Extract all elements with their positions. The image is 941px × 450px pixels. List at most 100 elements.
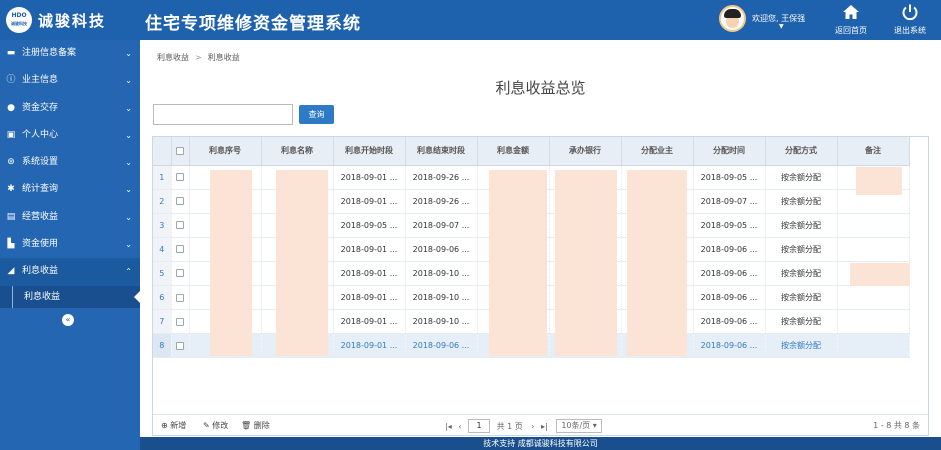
cell-end: 2018-09-26 ...: [405, 189, 478, 214]
cell-method: 按余额分配: [765, 189, 838, 214]
logo-subtext: 诚骏科技: [11, 21, 27, 26]
column-header[interactable]: 承办银行: [549, 137, 622, 166]
record-range: 1 - 8 共 8 条: [873, 421, 920, 430]
delete-button[interactable]: 🗑 删除: [241, 420, 270, 431]
row-checkbox[interactable]: [171, 165, 190, 190]
sidebar-item-registration[interactable]: ▬ 注册信息备案 ⌄: [0, 40, 140, 67]
cell-end: 2018-09-07 ...: [405, 213, 478, 238]
page-size-select[interactable]: 10条/页 ▾: [556, 419, 602, 433]
row-checkbox[interactable]: [171, 333, 190, 359]
sidebar-item-interest-income[interactable]: ◢ 利息收益 ⌃: [0, 258, 140, 286]
cell-end: 2018-09-06 ...: [405, 333, 478, 359]
edit-button[interactable]: ✎ 修改: [203, 420, 228, 431]
last-page-icon[interactable]: ▸|: [541, 422, 548, 431]
chevron-down-icon[interactable]: ▼: [779, 23, 784, 30]
person-card-icon: ▣: [6, 129, 16, 140]
cell-start: 2018-09-01 ...: [333, 165, 406, 190]
cell-start: 2018-09-01 ...: [333, 309, 406, 335]
home-icon: [829, 3, 873, 25]
column-header[interactable]: 分配时间: [693, 137, 766, 166]
sidebar-item-label: 个人中心: [22, 129, 59, 140]
cell-remark: [837, 309, 910, 335]
sidebar-item-business-income[interactable]: ▤ 经营收益 ⌄: [0, 204, 140, 231]
page-title: 利息收益总览: [495, 79, 586, 97]
sidebar-item-owner-info[interactable]: ⓘ 业主信息 ⌄: [0, 67, 140, 94]
redaction-block: [489, 170, 547, 356]
row-checkbox[interactable]: [171, 237, 190, 262]
cell-remark: [837, 333, 910, 359]
logo-text: HDO: [11, 12, 27, 19]
sidebar-item-fund-deposit[interactable]: ● 资金交存 ⌄: [0, 95, 140, 122]
column-header[interactable]: 利息金额: [477, 137, 550, 166]
cell-time: 2018-09-06 ...: [693, 261, 766, 286]
gear-icon: ✱: [7, 184, 15, 195]
row-number: 2: [153, 189, 172, 214]
area-chart-icon: ◢: [7, 266, 15, 277]
cell-end: 2018-09-10 ...: [405, 261, 478, 286]
sidebar-subitem-interest-income[interactable]: 利息收益: [0, 285, 141, 308]
breadcrumb-item[interactable]: 利息收益: [157, 53, 189, 62]
sidebar-item-personal-center[interactable]: ▣ 个人中心 ⌄: [0, 122, 140, 149]
home-button[interactable]: 返回首页: [829, 3, 873, 37]
row-number: 5: [153, 261, 172, 286]
chevron-down-icon: ⌄: [125, 130, 132, 140]
search-button[interactable]: 查询: [299, 105, 334, 124]
column-header[interactable]: 分配业主: [621, 137, 694, 166]
cell-start: 2018-09-05 ...: [333, 213, 406, 238]
next-page-icon[interactable]: ›: [531, 422, 534, 431]
search-input[interactable]: [153, 104, 293, 125]
column-header[interactable]: 利息名称: [261, 137, 334, 166]
redaction-block: [850, 263, 910, 286]
row-checkbox[interactable]: [171, 189, 190, 214]
cell-time: 2018-09-06 ...: [693, 285, 766, 311]
row-checkbox[interactable]: [171, 285, 190, 311]
breadcrumb-current: 利息收益: [207, 53, 240, 62]
column-header[interactable]: 备注: [837, 137, 910, 166]
power-icon: [888, 3, 932, 25]
breadcrumb: 利息收益 > 利息收益: [157, 52, 240, 63]
user-icon: ●: [7, 102, 15, 113]
sidebar-subitem-label: 利息收益: [24, 291, 61, 302]
page-size-value: 10条/页: [561, 421, 591, 430]
cell-time: 2018-09-06 ...: [693, 333, 766, 359]
grid-toolbar: ⊕ 新增 ✎ 修改 🗑 删除 |◂ ‹ 1 共 1 页 › ▸| 10条/页 ▾…: [153, 414, 928, 436]
column-header[interactable]: 利息结束时段: [405, 137, 478, 166]
edit-label: 修改: [212, 421, 229, 430]
collapse-sidebar-button[interactable]: «: [62, 314, 74, 326]
main-content: 利息收益 > 利息收益 利息收益总览 查询 利息序号 利息名称 利息开始时段 利息结…: [140, 40, 941, 437]
chevron-right-icon: >: [195, 53, 202, 62]
page-number-input[interactable]: 1: [468, 419, 491, 433]
row-checkbox[interactable]: [171, 309, 190, 335]
exit-button[interactable]: 退出系统: [888, 3, 932, 37]
column-header[interactable]: 分配方式: [765, 137, 838, 166]
caret-down-icon: ▾: [592, 421, 597, 430]
prev-page-icon[interactable]: ‹: [458, 422, 461, 431]
sidebar-item-label: 业主信息: [22, 75, 59, 86]
cell-method: 按余额分配: [765, 333, 838, 359]
user-avatar[interactable]: [719, 5, 746, 32]
chevron-up-icon: ⌃: [125, 267, 132, 277]
sidebar-item-system-settings[interactable]: ⊛ 系统设置 ⌄: [0, 149, 140, 176]
info-icon: ⓘ: [6, 75, 16, 86]
row-number: 1: [153, 165, 172, 190]
cell-time: 2018-09-05 ...: [693, 213, 766, 238]
chevron-down-icon: ⌄: [125, 185, 132, 195]
row-checkbox[interactable]: [171, 261, 190, 286]
column-header[interactable]: 利息序号: [189, 137, 262, 166]
sidebar-item-label: 系统设置: [22, 157, 59, 168]
sidebar-item-fund-usage[interactable]: ▙ 资金使用 ⌄: [0, 231, 140, 258]
first-page-icon[interactable]: |◂: [445, 422, 452, 431]
system-title: 住宅专项维修资金管理系统: [145, 14, 361, 34]
redaction-block: [555, 170, 617, 356]
cell-method: 按余额分配: [765, 165, 838, 190]
pagination: |◂ ‹ 1 共 1 页 › ▸| 10条/页 ▾: [445, 419, 602, 433]
add-button[interactable]: ⊕ 新增: [161, 420, 186, 431]
redaction-block: [276, 170, 328, 356]
cell-remark: [837, 285, 910, 311]
select-all-checkbox[interactable]: [171, 137, 190, 166]
column-header[interactable]: 利息开始时段: [333, 137, 406, 166]
id-card-icon: ▬: [6, 48, 16, 58]
row-checkbox[interactable]: [171, 213, 190, 238]
delete-label: 删除: [253, 421, 270, 430]
sidebar-item-statistics[interactable]: ✱ 统计查询 ⌄: [0, 176, 140, 203]
